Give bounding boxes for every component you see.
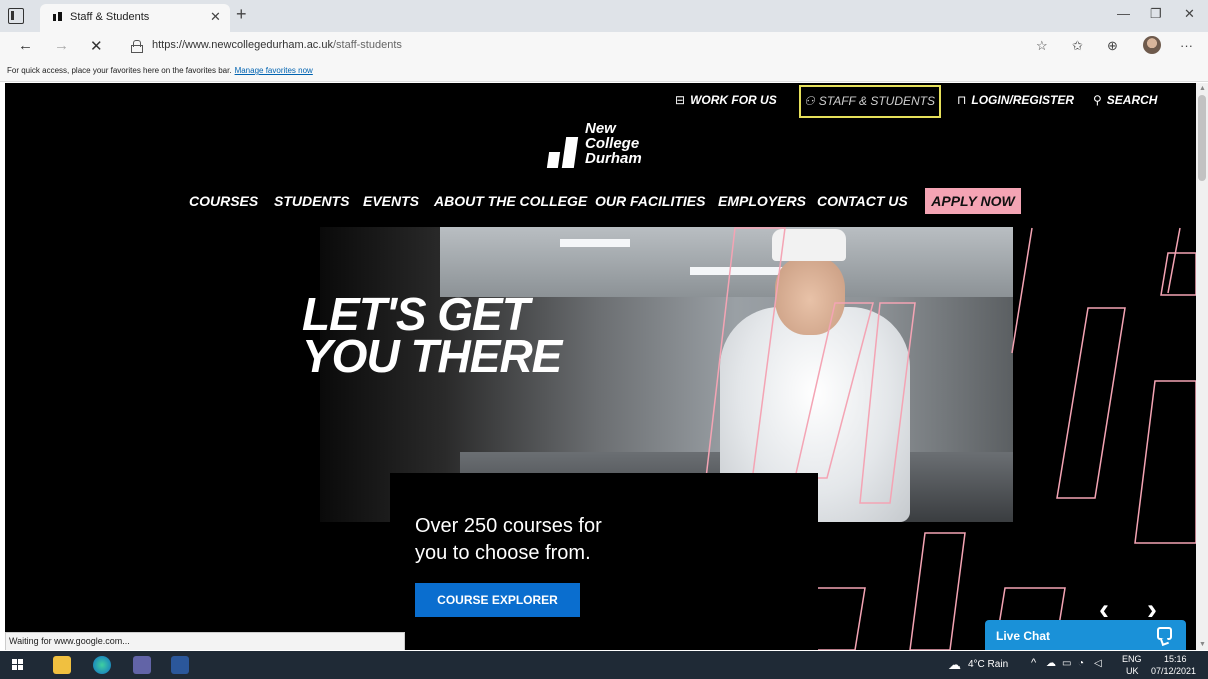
work-for-us-label: WORK FOR US	[690, 93, 777, 107]
people-icon: ⚇	[804, 94, 815, 108]
address-bar: ← → ✕ https://www.newcollegedurham.ac.uk…	[0, 32, 1208, 60]
chef-head	[775, 257, 845, 335]
chat-bubble-icon	[1157, 627, 1172, 640]
collections-icon[interactable]: ⊕	[1107, 38, 1118, 54]
url-host: https://www.newcollegedurham.ac.uk	[152, 39, 333, 51]
language-region[interactable]: UK	[1126, 666, 1139, 676]
windows-taskbar: ☁ 4°C Rain ^ ☁ ▭ ◔ ◁ ENG UK 15:16 07/12/…	[0, 651, 1208, 679]
favorites-prompt-text: For quick access, place your favorites h…	[7, 66, 232, 75]
tab-bar: Staff & Students ✕ + — ❐ ✕	[0, 0, 1208, 32]
onedrive-icon[interactable]: ☁	[1046, 658, 1056, 669]
url-field[interactable]: https://www.newcollegedurham.ac.uk/staff…	[152, 39, 402, 51]
status-text: Waiting for www.google.com...	[9, 636, 130, 646]
logo-word-durham: Durham	[585, 150, 642, 167]
nav-about-the-college[interactable]: ABOUT THE COLLEGE	[434, 193, 587, 209]
work-for-us-link[interactable]: ⊟ WORK FOR US	[675, 93, 777, 107]
site-info-icon[interactable]	[131, 40, 143, 53]
staff-students-link[interactable]: ⚇ STAFF & STUDENTS	[799, 85, 941, 118]
scroll-down-icon[interactable]: ▼	[1199, 641, 1206, 648]
wifi-icon[interactable]: ◔	[1078, 658, 1084, 669]
teams-icon[interactable]	[133, 656, 151, 674]
courses-info-panel: Over 250 courses for you to choose from.	[390, 473, 818, 650]
login-register-link[interactable]: ⊓ LOGIN/REGISTER	[957, 93, 1074, 107]
new-tab-icon[interactable]: +	[236, 5, 247, 23]
live-chat-button[interactable]: Live Chat	[985, 620, 1186, 650]
weather-icon: ☁	[948, 657, 961, 672]
search-link[interactable]: ⚲ SEARCH	[1093, 93, 1157, 107]
scroll-up-icon[interactable]: ▲	[1199, 85, 1206, 92]
apply-now-button[interactable]: APPLY NOW	[925, 188, 1021, 214]
language-primary[interactable]: ENG	[1122, 654, 1142, 664]
manage-favorites-link[interactable]: Manage favorites now	[235, 66, 313, 75]
minimize-icon[interactable]: —	[1117, 6, 1130, 21]
logo-word-new: New	[585, 120, 616, 137]
weather-text[interactable]: 4°C Rain	[968, 659, 1008, 670]
close-window-icon[interactable]: ✕	[1184, 6, 1195, 22]
favorites-icon[interactable]: ✩	[1072, 38, 1083, 54]
logo-word-college: College	[585, 135, 640, 152]
course-explorer-button[interactable]: COURSE EXPLORER	[415, 583, 580, 617]
site-favicon-icon	[52, 11, 64, 23]
stop-loading-icon[interactable]: ✕	[90, 37, 103, 55]
favorites-prompt: For quick access, place your favorites h…	[7, 66, 313, 75]
hero-headline: LET'S GET YOU THERE	[302, 288, 562, 382]
nav-employers[interactable]: EMPLOYERS	[718, 193, 806, 209]
url-path: /staff-students	[332, 39, 402, 51]
nav-events[interactable]: EVENTS	[363, 193, 419, 209]
courses-info-line2: you to choose from.	[415, 542, 591, 564]
search-icon: ⚲	[1093, 93, 1102, 107]
close-tab-icon[interactable]: ✕	[210, 9, 221, 25]
file-explorer-icon[interactable]	[53, 656, 71, 674]
restore-icon[interactable]: ❐	[1150, 6, 1162, 22]
kitchen-ceiling	[440, 227, 1013, 297]
login-register-label: LOGIN/REGISTER	[971, 93, 1075, 107]
nav-courses[interactable]: COURSES	[189, 193, 258, 209]
favorites-bar: For quick access, place your favorites h…	[0, 60, 1208, 82]
briefcase-icon: ⊟	[675, 93, 686, 107]
college-logo[interactable]: New College Durham	[546, 119, 668, 173]
lock-icon: ⊓	[957, 93, 967, 107]
tab-actions-icon[interactable]	[8, 8, 24, 24]
windows-start-icon[interactable]	[12, 659, 24, 671]
more-options-icon[interactable]: ···	[1180, 38, 1193, 53]
logo-mark-tall	[561, 137, 579, 168]
word-icon[interactable]	[171, 656, 189, 674]
page-scrollbar[interactable]: ▲ ▼	[1196, 83, 1208, 650]
courses-info-line1: Over 250 courses for	[415, 515, 602, 537]
scroll-thumb[interactable]	[1198, 95, 1206, 181]
live-chat-label: Live Chat	[996, 629, 1051, 643]
staff-students-label: STAFF & STUDENTS	[818, 94, 935, 108]
page-viewport: ⊟ WORK FOR US ⚇ STAFF & STUDENTS ⊓ LOGIN/RE…	[5, 83, 1196, 650]
volume-icon[interactable]: ◁	[1094, 658, 1102, 669]
hero-headline-line1: LET'S GET	[302, 288, 530, 340]
back-icon[interactable]: ←	[18, 37, 33, 54]
add-favorite-icon[interactable]: ☆	[1036, 38, 1048, 54]
nav-students[interactable]: STUDENTS	[274, 193, 349, 209]
clock-date[interactable]: 07/12/2021	[1151, 666, 1196, 676]
chef-hat	[772, 229, 846, 261]
battery-icon[interactable]: ▭	[1062, 658, 1071, 669]
profile-avatar[interactable]	[1143, 36, 1161, 54]
edge-browser-icon[interactable]	[93, 656, 111, 674]
tab-staff-students[interactable]: Staff & Students ✕	[40, 4, 230, 32]
hero-headline-line2: YOU THERE	[302, 330, 562, 382]
clock-time[interactable]: 15:16	[1164, 654, 1187, 664]
tray-chevron-icon[interactable]: ^	[1031, 657, 1036, 669]
forward-icon[interactable]: →	[54, 37, 69, 54]
courses-info-text: Over 250 courses for you to choose from.	[415, 513, 602, 567]
tab-title: Staff & Students	[70, 11, 150, 23]
browser-status-bar: Waiting for www.google.com...	[5, 632, 405, 650]
logo-mark	[546, 152, 561, 168]
search-label: SEARCH	[1106, 93, 1158, 107]
nav-contact-us[interactable]: CONTACT US	[817, 193, 908, 209]
ceiling-light	[560, 239, 630, 247]
nav-our-facilities[interactable]: OUR FACILITIES	[595, 193, 705, 209]
